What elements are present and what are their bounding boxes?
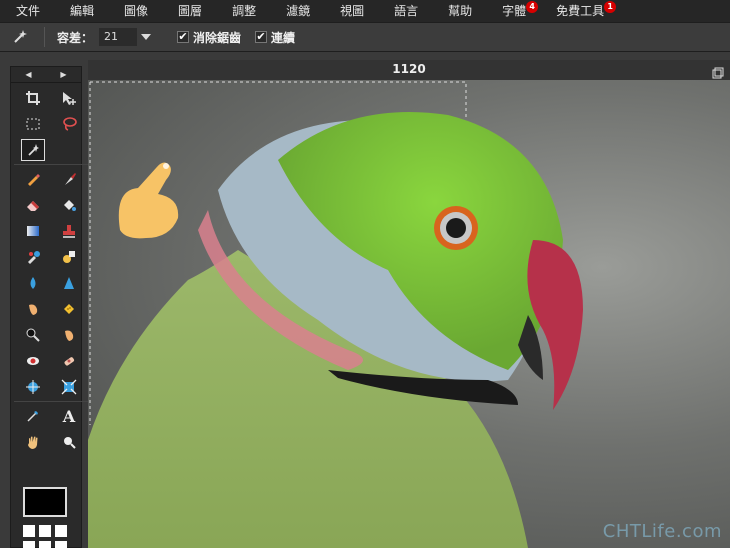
magic-wand-icon[interactable] [21, 139, 45, 161]
swatch[interactable] [39, 541, 51, 548]
text-icon[interactable]: A [54, 403, 84, 429]
options-bar: 容差： 21 ✔ 消除鋸齒 ✔ 連續 [0, 22, 730, 52]
swatch[interactable] [55, 525, 67, 537]
tolerance-dropdown-icon[interactable] [139, 28, 153, 46]
document-title: 1120 [392, 62, 426, 76]
toolbox-next-icon[interactable]: ▶ [60, 70, 66, 79]
parrot-image [88, 81, 583, 548]
pointing-hand-icon [118, 162, 179, 239]
smudge-icon[interactable] [18, 296, 48, 322]
pinch-icon[interactable] [54, 374, 84, 400]
menu-item[interactable]: 圖層 [162, 0, 216, 22]
swatch[interactable] [23, 541, 35, 548]
tool-grid: A [11, 83, 88, 455]
menu-item[interactable]: 濾鏡 [270, 0, 324, 22]
swatch[interactable] [55, 541, 67, 548]
menu-item-label: 濾鏡 [286, 4, 311, 18]
menu-item-label: 幫助 [448, 4, 473, 18]
checkbox-check-icon[interactable]: ✔ [177, 31, 190, 43]
menu-item[interactable]: 調整 [216, 0, 270, 22]
drawing-icon[interactable] [54, 244, 84, 270]
notification-badge: 4 [526, 1, 539, 13]
color-swatches [23, 525, 71, 548]
menu-item[interactable]: 字體 4 [486, 0, 540, 22]
crop-icon[interactable] [18, 85, 48, 111]
hand-icon[interactable] [18, 429, 48, 455]
empty-slot [54, 137, 84, 163]
zoom-icon[interactable] [54, 429, 84, 455]
menu-item[interactable]: 視圖 [324, 0, 378, 22]
toolbox-prev-icon[interactable]: ◀ [25, 70, 31, 79]
sponge-icon[interactable] [54, 296, 84, 322]
magic-wand-icon[interactable] [8, 25, 32, 49]
menu-item[interactable]: 文件 [0, 0, 54, 22]
notification-badge: 1 [604, 1, 617, 13]
menu-item[interactable]: 幫助 [432, 0, 486, 22]
menu-item-label: 語言 [394, 4, 419, 18]
menu-bar: 文件 編輯 圖像 圖層 調整 濾鏡 視圖 語言 幫助 字體 4 免費工具 1 [0, 0, 730, 22]
antialias-label: 消除鋸齒 [193, 30, 242, 45]
burn-icon[interactable] [54, 322, 84, 348]
watermark-text: CHTLife.com [602, 521, 722, 542]
color-picker-icon[interactable] [18, 403, 48, 429]
menu-item[interactable]: 圖像 [108, 0, 162, 22]
tool-divider [14, 401, 88, 402]
bloat-icon[interactable] [18, 374, 48, 400]
menu-item[interactable]: 語言 [378, 0, 432, 22]
antialias-checkbox[interactable]: ✔ 消除鋸齒 [177, 29, 241, 46]
brush-icon[interactable] [54, 166, 84, 192]
gradient-icon[interactable] [18, 218, 48, 244]
menu-item-label: 視圖 [340, 4, 365, 18]
maximize-icon[interactable] [712, 64, 724, 79]
stamp-icon[interactable] [54, 218, 84, 244]
eraser-icon[interactable] [18, 192, 48, 218]
blur-icon[interactable] [18, 270, 48, 296]
primary-color-swatch[interactable] [23, 487, 67, 517]
menu-item-label: 字體 [502, 4, 527, 18]
menu-item-label: 文件 [16, 4, 41, 18]
spot-heal-icon[interactable] [54, 348, 84, 374]
tolerance-input[interactable]: 21 [99, 28, 138, 46]
color-replace-icon[interactable] [18, 244, 48, 270]
move-icon[interactable] [54, 85, 84, 111]
marquee-icon[interactable] [18, 111, 48, 137]
options-divider [44, 27, 45, 47]
menu-item-label: 免費工具 [556, 4, 605, 18]
dodge-icon[interactable] [18, 322, 48, 348]
menu-item-label: 調整 [232, 4, 257, 18]
menu-item[interactable]: 免費工具 1 [540, 0, 618, 22]
document-header: 1120 [88, 60, 730, 80]
menu-item[interactable]: 編輯 [54, 0, 108, 22]
menu-item-label: 編輯 [70, 4, 95, 18]
red-eye-icon[interactable] [18, 348, 48, 374]
pencil-icon[interactable] [18, 166, 48, 192]
swatch[interactable] [23, 525, 35, 537]
bucket-icon[interactable] [54, 192, 84, 218]
image-canvas[interactable]: CHTLife.com [88, 80, 730, 548]
contiguous-label: 連續 [271, 30, 296, 45]
tool-divider [14, 164, 88, 165]
checkbox-check-icon[interactable]: ✔ [255, 31, 268, 43]
menu-item-label: 圖層 [178, 4, 203, 18]
sharpen-icon[interactable] [54, 270, 84, 296]
toolbox-panel: ◀ ▶ A [10, 66, 88, 548]
contiguous-checkbox[interactable]: ✔ 連續 [255, 29, 295, 46]
tolerance-label: 容差： [57, 30, 94, 45]
menu-item-label: 圖像 [124, 4, 149, 18]
swatch[interactable] [39, 525, 51, 537]
lasso-icon[interactable] [54, 111, 84, 137]
toolbox-header: ◀ ▶ [11, 67, 81, 83]
